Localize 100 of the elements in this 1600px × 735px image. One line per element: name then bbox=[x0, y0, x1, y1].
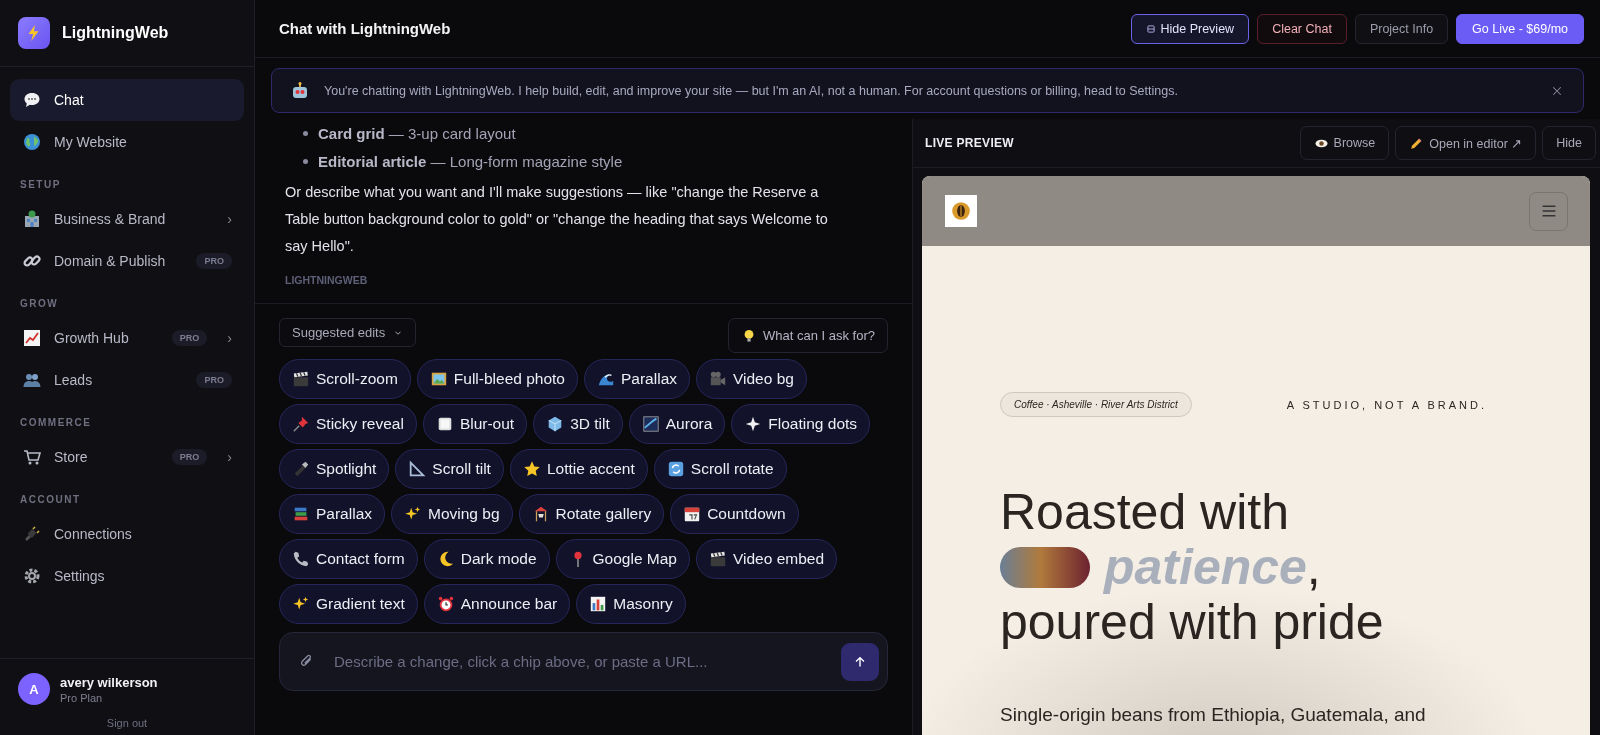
hero-text: Single-origin beans from Ethiopia, Guatemala, and bbox=[1000, 704, 1427, 726]
bolt-logo-icon bbox=[18, 17, 50, 49]
section-heading: SETUP bbox=[19, 178, 62, 192]
suggestion-chip[interactable]: Scroll-zoom bbox=[279, 359, 411, 399]
chevron-icon: › bbox=[227, 449, 232, 465]
suggestion-chip[interactable]: Google Map bbox=[555, 539, 690, 579]
sidebar-item[interactable]: Business & Brand › bbox=[10, 198, 244, 240]
night-sky-icon bbox=[641, 415, 660, 433]
panel-icon bbox=[1146, 23, 1157, 34]
suggestion-chip[interactable]: Contact form bbox=[279, 539, 418, 579]
suggestion-chip[interactable]: Moving bg bbox=[391, 494, 513, 534]
hero-heading: , bbox=[1306, 540, 1321, 595]
suggestion-chip[interactable]: Rotate gallery bbox=[518, 494, 665, 534]
preview-button[interactable]: Open in editor ↗ bbox=[1395, 126, 1537, 160]
menu-icon bbox=[1540, 203, 1557, 219]
sidebar-item[interactable]: Leads PRO bbox=[10, 359, 244, 401]
chevron-icon: › bbox=[227, 211, 232, 227]
telephone-receiver-icon bbox=[292, 550, 310, 568]
sidebar-item[interactable]: Chat bbox=[10, 79, 244, 121]
item-label: Chat bbox=[54, 92, 85, 108]
globe-icon bbox=[22, 132, 42, 152]
suggestion-chip[interactable]: Masonry bbox=[576, 584, 686, 624]
message-text: Or describe what you want and I'll make suggestions — like "change the Reserve a Table button background color to gold" or "change the heading that says Welcome to say Hello". bbox=[285, 183, 829, 256]
calendar-icon bbox=[683, 505, 702, 523]
item-label: Domain & Publish bbox=[54, 253, 167, 269]
preview-button[interactable]: Browse bbox=[1299, 126, 1390, 160]
menu-button[interactable] bbox=[1529, 191, 1568, 231]
hero-heading: Roasted with bbox=[1000, 485, 1291, 540]
list-item-text: Editorial article — Long-form magazine style bbox=[318, 152, 623, 170]
toolbar-button[interactable]: Hide Preview bbox=[1131, 13, 1250, 44]
toolbar-button[interactable]: Project Info bbox=[1354, 13, 1449, 44]
suggested-edits-dropdown[interactable]: Suggested edits bbox=[279, 318, 417, 347]
suggestion-chip[interactable]: Aurora bbox=[628, 404, 726, 444]
message-field[interactable]: Describe a change, click a chip above, or paste a URL... bbox=[279, 632, 888, 691]
clapperboard-icon bbox=[709, 550, 727, 568]
suggestion-chip[interactable]: Lottie accent bbox=[509, 449, 648, 489]
arrow-up-icon bbox=[853, 654, 867, 669]
sidebar-item[interactable]: Store PRO › bbox=[10, 436, 244, 478]
user-name: avery wilkerson bbox=[60, 674, 158, 690]
item-label: Growth Hub bbox=[54, 330, 130, 346]
toolbar-button[interactable]: Go Live - $69/mo bbox=[1456, 13, 1584, 44]
suggestion-chip[interactable]: Announce bar bbox=[423, 584, 571, 624]
suggestion-chip[interactable]: Video embed bbox=[696, 539, 838, 579]
books-icon bbox=[292, 505, 310, 523]
section-heading: ACCOUNT bbox=[19, 493, 82, 507]
shopping-cart-icon bbox=[22, 447, 42, 467]
hero-heading: poured with pride bbox=[1000, 595, 1385, 650]
location-tag: Coffee · Asheville · River Arts District bbox=[1000, 392, 1192, 417]
suggestion-chip[interactable]: Sticky reveal bbox=[279, 404, 417, 444]
suggestion-chip[interactable]: Parallax bbox=[279, 494, 385, 534]
tagline: A STUDIO, NOT A BRAND. bbox=[1286, 398, 1487, 411]
suggestion-chip[interactable]: Dark mode bbox=[423, 539, 550, 579]
sidebar-item[interactable]: Growth Hub PRO › bbox=[10, 317, 244, 359]
rotate-arrows-icon bbox=[666, 460, 685, 478]
item-label: Settings bbox=[54, 568, 106, 584]
building-icon bbox=[22, 209, 42, 229]
suggestion-chip[interactable]: Blur-out bbox=[422, 404, 528, 444]
line-chart-icon bbox=[22, 328, 42, 348]
help-button[interactable]: What can I ask for? bbox=[728, 318, 888, 353]
robot-icon bbox=[290, 80, 310, 101]
triangle-ruler-icon bbox=[408, 460, 427, 478]
item-label: Leads bbox=[54, 372, 94, 388]
item-label: My Website bbox=[54, 134, 128, 150]
chat-title: Chat with LightningWeb bbox=[279, 20, 451, 37]
sidebar-item[interactable]: Connections bbox=[10, 513, 244, 555]
pro-badge: PRO bbox=[171, 449, 208, 465]
toolbar-button[interactable]: Clear Chat bbox=[1257, 13, 1347, 44]
pro-badge: PRO bbox=[171, 330, 208, 346]
sidebar-item[interactable]: Settings bbox=[10, 555, 244, 597]
highlighted-word: patience bbox=[1104, 540, 1307, 595]
video-camera-icon bbox=[709, 370, 727, 388]
preview-button[interactable]: Hide bbox=[1542, 126, 1596, 160]
sidebar-item[interactable]: Domain & Publish PRO bbox=[10, 240, 244, 282]
pro-badge: PRO bbox=[196, 372, 232, 388]
section-heading: COMMERCE bbox=[19, 416, 93, 430]
suggestion-chip[interactable]: Countdown bbox=[670, 494, 799, 534]
message-input[interactable]: Describe a change, click a chip above, or paste a URL... bbox=[332, 652, 825, 671]
user-plan: Pro Plan bbox=[60, 691, 104, 704]
suggestion-chip[interactable]: Full-bleed photo bbox=[416, 359, 578, 399]
clapperboard-icon bbox=[292, 370, 310, 388]
bar-chart-icon bbox=[589, 595, 608, 613]
suggestion-chip[interactable]: Gradient text bbox=[279, 584, 418, 624]
suggestion-chip[interactable]: Floating dots bbox=[731, 404, 871, 444]
brand-name: LightningWeb bbox=[62, 24, 169, 42]
avatar: A bbox=[18, 673, 50, 705]
sidebar-item[interactable]: My Website bbox=[10, 121, 244, 163]
alarm-clock-icon bbox=[436, 595, 455, 613]
suggestion-chip[interactable]: Video bg bbox=[696, 359, 807, 399]
suggestion-chip[interactable]: 3D tilt bbox=[533, 404, 623, 444]
send-button[interactable] bbox=[841, 642, 879, 681]
banner-text: You're chatting with LightningWeb. I help build, edit, and improve your site — but I'm an AI, not a human. For account questions or billing, head to Settings. bbox=[324, 83, 1179, 98]
item-label: Connections bbox=[54, 526, 133, 542]
sign-out-link[interactable]: Sign out bbox=[106, 717, 148, 729]
suggestion-chip[interactable]: Scroll tilt bbox=[395, 449, 504, 489]
suggestion-chip[interactable]: Scroll rotate bbox=[653, 449, 787, 489]
chevron-icon: › bbox=[227, 330, 232, 346]
suggestion-chip[interactable]: Spotlight bbox=[279, 449, 390, 489]
star-icon bbox=[522, 460, 541, 478]
suggestion-chip[interactable]: Parallax bbox=[584, 359, 690, 399]
close-icon bbox=[1551, 84, 1563, 97]
